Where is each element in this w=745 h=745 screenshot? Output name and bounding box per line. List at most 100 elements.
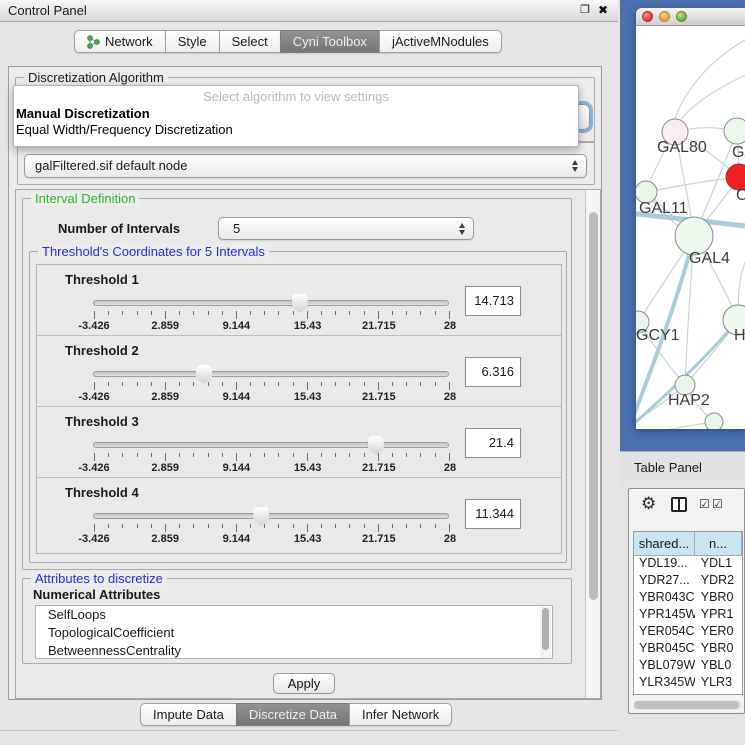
table-row[interactable]: YBR045CYBR0 <box>634 641 742 658</box>
scale-tick-label: 28 <box>444 533 456 545</box>
table-cell[interactable]: YIL052C <box>634 692 695 695</box>
table-row[interactable]: YER054CYER0 <box>634 624 742 641</box>
slider-track[interactable] <box>93 300 449 306</box>
table-cell[interactable]: YBR043C <box>634 590 695 607</box>
tab-jactivemnodules[interactable]: jActiveMNodules <box>379 30 502 53</box>
scrollbar-thumb[interactable] <box>634 701 739 709</box>
close-icon[interactable]: ✖ <box>598 3 608 17</box>
threshold-value-field[interactable]: 11.344 <box>465 499 521 529</box>
tick-mark <box>193 311 194 315</box>
scale-tick-label: 9.144 <box>223 462 251 474</box>
table-cell[interactable]: YLR345W <box>634 675 695 692</box>
threshold-value-field[interactable]: 21.4 <box>465 428 521 458</box>
tab-select[interactable]: Select <box>219 30 281 53</box>
table-cell[interactable]: YBL0 <box>695 658 742 675</box>
tick-mark <box>264 524 265 528</box>
number-of-intervals-label: Number of Intervals <box>58 221 180 236</box>
table-cell[interactable]: YDL1 <box>695 556 742 573</box>
tick-mark <box>122 453 123 457</box>
threshold-slider[interactable]: -3.4262.8599.14415.4321.71528 <box>93 508 451 542</box>
scale-tick-label: 15.43 <box>294 391 322 403</box>
tick-mark <box>392 524 393 528</box>
table-body: YDL19...YDL1YDR27...YDR2YBR043CYBR0YPR14… <box>634 556 742 695</box>
table-cell[interactable]: YDL19... <box>634 556 695 573</box>
threshold-slider[interactable]: -3.4262.8599.14415.4321.71528 <box>93 437 451 471</box>
popup-option-manual-discretization[interactable]: Manual Discretization <box>16 106 576 121</box>
threshold-value-field[interactable]: 6.316 <box>465 357 521 387</box>
attribute-list-item[interactable]: TopologicalCoefficient <box>36 624 552 642</box>
scale-tick-label: 28 <box>444 320 456 332</box>
column-header-shared-name[interactable]: shared... <box>634 532 695 555</box>
network-node[interactable] <box>724 118 745 144</box>
tick-mark <box>406 382 407 386</box>
threshold-value-field[interactable]: 14.713 <box>465 286 521 316</box>
tick-mark <box>307 524 308 532</box>
zoom-traffic-light-icon[interactable] <box>676 11 687 22</box>
gear-icon[interactable]: ⚙ <box>641 494 656 514</box>
table-horizontal-scrollbar[interactable] <box>633 700 742 710</box>
table-cell[interactable]: YBR0 <box>695 590 742 607</box>
table-cell[interactable]: YLR3 <box>695 675 742 692</box>
table-cell[interactable]: YDR27... <box>634 573 695 590</box>
columns-icon[interactable] <box>671 497 687 512</box>
tab-style[interactable]: Style <box>165 30 220 53</box>
table-row[interactable]: YIL052CYIL0 <box>634 692 742 695</box>
checkbox-icon[interactable]: ☑ <box>699 497 710 511</box>
tab-discretize-data[interactable]: Discretize Data <box>236 703 350 726</box>
settings-scroll-area: Interval Definition Number of Intervals … <box>15 189 601 699</box>
table-row[interactable]: YDR27...YDR2 <box>634 573 742 590</box>
checkbox-icon[interactable]: ☑ <box>712 497 723 511</box>
attribute-list-item[interactable]: BetweennessCentrality <box>36 642 552 659</box>
scale-tick-label: 2.859 <box>151 462 179 474</box>
close-traffic-light-icon[interactable] <box>642 11 653 22</box>
table-cell[interactable]: YPR145W <box>634 607 695 624</box>
network-window-titlebar[interactable] <box>636 8 745 26</box>
tick-mark <box>335 453 336 457</box>
node-table: shared... n... YDL19...YDL1YDR27...YDR2Y… <box>633 531 743 695</box>
apply-button[interactable]: Apply <box>273 673 335 694</box>
scrollbar-thumb[interactable] <box>589 212 598 600</box>
table-row[interactable]: YPR145WYPR1 <box>634 607 742 624</box>
attributes-list-scrollbar[interactable] <box>540 607 551 659</box>
table-cell[interactable]: YBR0 <box>695 641 742 658</box>
table-row[interactable]: YBL079WYBL0 <box>634 658 742 675</box>
threshold-slider[interactable]: -3.4262.8599.14415.4321.71528 <box>93 295 451 329</box>
table-cell[interactable]: YER054C <box>634 624 695 641</box>
table-cell[interactable]: YPR1 <box>695 607 742 624</box>
tick-mark <box>208 311 209 315</box>
slider-track[interactable] <box>93 371 449 377</box>
popup-option-equal-width-frequency[interactable]: Equal Width/Frequency Discretization <box>16 122 576 137</box>
tick-mark <box>165 311 166 319</box>
table-row[interactable]: YLR345WYLR3 <box>634 675 742 692</box>
network-node[interactable] <box>705 413 723 429</box>
tab-impute-data[interactable]: Impute Data <box>140 703 237 726</box>
table-cell[interactable]: YBL079W <box>634 658 695 675</box>
table-cell[interactable]: YBR045C <box>634 641 695 658</box>
network-canvas[interactable]: GAL80GACGAL11GAL4GCY1HHAP2 <box>636 26 745 429</box>
slider-track[interactable] <box>93 513 449 519</box>
tick-mark <box>335 311 336 315</box>
column-header-name[interactable]: n... <box>695 532 742 555</box>
table-cell[interactable]: YDR2 <box>695 573 742 590</box>
threshold-row: Threshold 2 -3.4262.8599.14415.4321.7152… <box>37 336 561 407</box>
table-data-combobox[interactable]: galFiltered.sif default node <box>24 154 587 178</box>
table-row[interactable]: YDL19...YDL1 <box>634 556 742 573</box>
settings-scrollbar[interactable] <box>585 190 600 698</box>
tab-infer-network[interactable]: Infer Network <box>349 703 452 726</box>
table-row[interactable]: YBR043CYBR0 <box>634 590 742 607</box>
tab-network[interactable]: Network <box>74 30 166 53</box>
table-cell[interactable]: YIL0 <box>695 692 742 695</box>
tick-mark <box>364 311 365 315</box>
numerical-attributes-label: Numerical Attributes <box>33 587 160 602</box>
slider-scale-labels: -3.4262.8599.14415.4321.71528 <box>94 391 450 403</box>
tab-cyni-toolbox[interactable]: Cyni Toolbox <box>280 30 380 53</box>
attribute-list-item[interactable]: SelfLoops <box>36 606 552 624</box>
table-cell[interactable]: YER0 <box>695 624 742 641</box>
slider-track[interactable] <box>93 442 449 448</box>
number-of-intervals-combobox[interactable]: 5 <box>218 217 474 240</box>
tick-mark <box>378 524 379 532</box>
float-window-icon[interactable]: ❐ <box>580 3 590 16</box>
tick-mark <box>137 453 138 457</box>
minimize-traffic-light-icon[interactable] <box>659 11 670 22</box>
threshold-slider[interactable]: -3.4262.8599.14415.4321.71528 <box>93 366 451 400</box>
